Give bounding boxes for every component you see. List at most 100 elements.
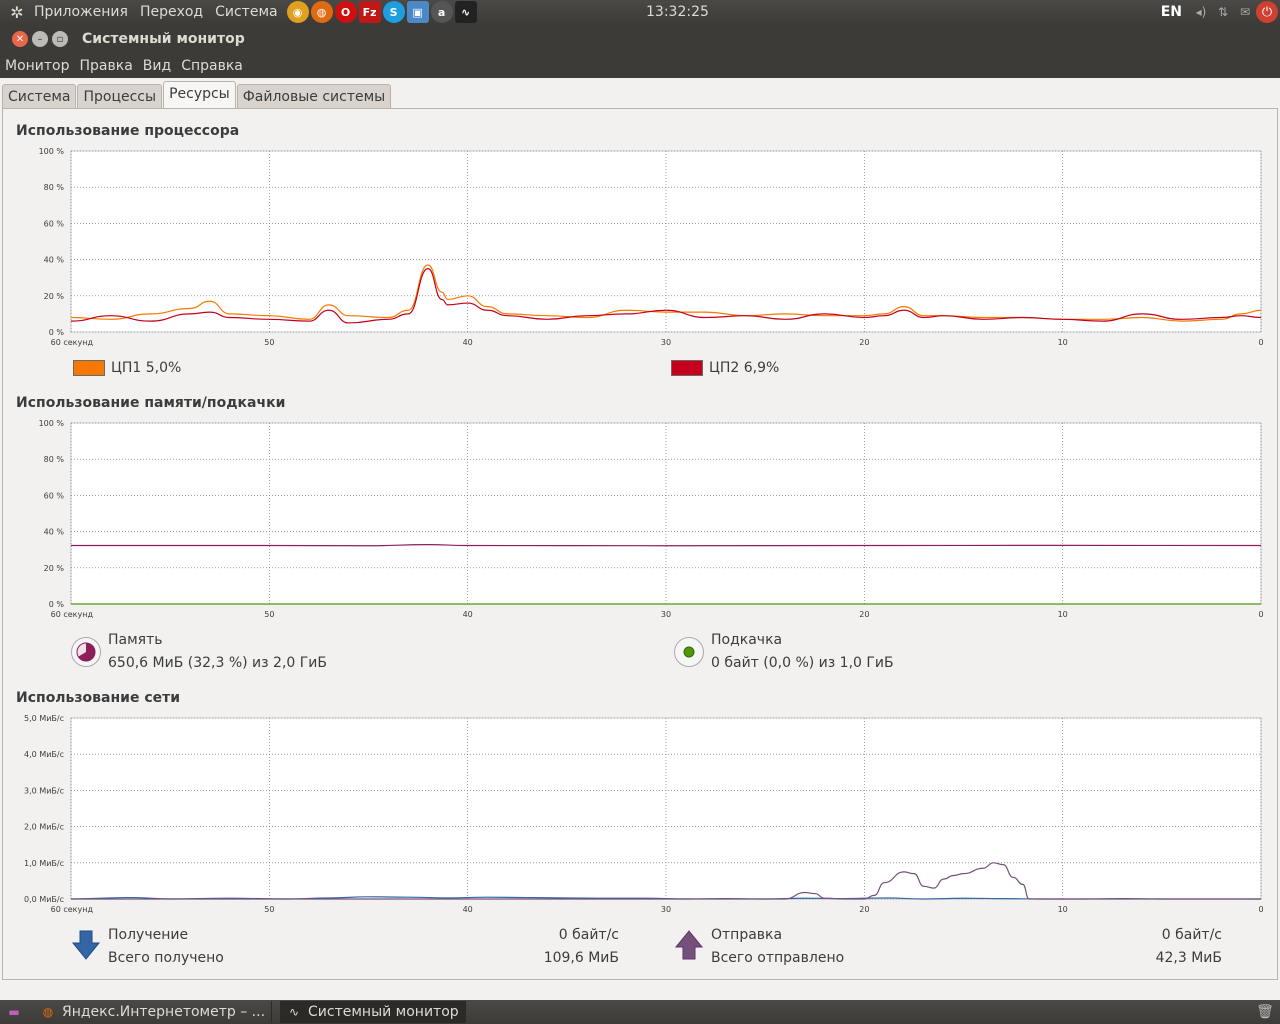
network-section-title: Использование сети xyxy=(16,690,181,706)
close-window-button[interactable]: ✕ xyxy=(12,31,28,47)
memory-label: Память xyxy=(108,632,163,648)
minimize-window-button[interactable]: – xyxy=(32,31,48,47)
cpu-section-title: Использование процессора xyxy=(16,123,240,139)
tab-processes[interactable]: Процессы xyxy=(77,84,163,108)
memory-x-tick-label: 50 xyxy=(264,610,274,619)
menu-system[interactable]: Система xyxy=(209,0,283,24)
maximize-window-button[interactable]: ▫ xyxy=(52,31,68,47)
trash-icon[interactable]: 🗑 xyxy=(1256,1002,1274,1022)
memory-x-tick-label: 60 секунд xyxy=(51,610,94,619)
clock[interactable]: 13:32:25 xyxy=(646,0,709,24)
network-y-tick-label: 3,0 МиБ/с xyxy=(24,786,64,795)
system-monitor-icon[interactable]: ∿ xyxy=(454,1,477,23)
ubuntu-logo-icon[interactable]: ✲ xyxy=(6,1,28,23)
skype-icon[interactable]: S xyxy=(382,1,405,23)
power-icon[interactable]: ⏻ xyxy=(1256,1,1278,23)
network-icon[interactable]: ⇅ xyxy=(1215,4,1231,20)
memory-section-title: Использование памяти/подкачки xyxy=(16,395,286,411)
receive-total: 109,6 МиБ xyxy=(543,950,619,966)
network-x-tick-label: 60 секунд xyxy=(51,905,94,914)
cpu-y-tick-label: 80 % xyxy=(44,183,65,192)
menu-places[interactable]: Переход xyxy=(134,0,209,24)
memory-y-tick-label: 80 % xyxy=(44,455,65,464)
memory-x-tick-label: 20 xyxy=(859,610,869,619)
network-x-tick-label: 50 xyxy=(264,905,274,914)
tab-filesystems[interactable]: Файловые системы xyxy=(236,84,392,108)
cpu1-legend-label: ЦП1 5,0% xyxy=(111,360,182,376)
tab-bar: Система Процессы Ресурсы Файловые систем… xyxy=(2,81,392,108)
cpu-x-tick-label: 40 xyxy=(463,338,473,347)
memory-y-tick-label: 20 % xyxy=(44,564,65,573)
cpu-x-tick-label: 10 xyxy=(1058,338,1068,347)
virtualbox-icon[interactable]: ▣ xyxy=(406,1,429,23)
cpu2-legend-label: ЦП2 6,9% xyxy=(709,360,780,376)
cpu1-color-swatch[interactable] xyxy=(73,360,105,376)
network-y-tick-label: 1,0 МиБ/с xyxy=(24,859,64,868)
network-x-tick-label: 10 xyxy=(1058,905,1068,914)
firefox-icon[interactable]: ◍ xyxy=(310,1,333,23)
menubar: Монитор Правка Вид Справка xyxy=(0,54,1280,78)
swap-label: Подкачка xyxy=(711,632,783,648)
send-total: 42,3 МиБ xyxy=(1155,950,1222,966)
window-title: Системный монитор xyxy=(82,31,245,47)
firefox-icon: ◍ xyxy=(42,1005,54,1019)
taskbar-item-system-monitor[interactable]: ∿ Системный монитор xyxy=(280,1001,466,1023)
receive-label: Получение xyxy=(108,927,189,943)
window-titlebar: ✕ – ▫ Системный монитор xyxy=(0,24,1280,54)
cpu-x-tick-label: 60 секунд xyxy=(51,338,94,347)
filezilla-icon[interactable]: Fz xyxy=(358,1,381,23)
volume-icon[interactable]: ◂) xyxy=(1193,4,1209,20)
send-total-label: Всего отправлено xyxy=(711,950,845,966)
taskbar-item-label: Системный монитор xyxy=(308,1004,459,1020)
menu-edit[interactable]: Правка xyxy=(75,54,138,78)
network-y-tick-label: 0,0 МиБ/с xyxy=(24,895,64,904)
memory-y-tick-label: 60 % xyxy=(44,491,65,500)
keyboard-layout-indicator[interactable]: EN xyxy=(1161,4,1182,20)
send-label: Отправка xyxy=(711,927,783,943)
menu-view[interactable]: Вид xyxy=(138,54,176,78)
send-rate: 0 байт/с xyxy=(1161,927,1222,943)
cpu-x-tick-label: 0 xyxy=(1258,338,1263,347)
cpu-y-tick-label: 100 % xyxy=(39,147,65,156)
tab-resources[interactable]: Ресурсы xyxy=(163,81,236,108)
memory-y-tick-label: 100 % xyxy=(39,419,65,428)
charts-canvas: 60 секунд 50 40 30 20 10 0100 %80 %60 %40 %20 … xyxy=(24,147,1264,914)
system-tray: EN ◂) ⇅ ✉ ⏻ xyxy=(1161,0,1280,24)
cpu2-color-swatch[interactable] xyxy=(671,360,703,376)
tab-system[interactable]: Система xyxy=(2,84,77,108)
memory-pie-icon[interactable] xyxy=(71,637,101,667)
memory-y-tick-label: 40 % xyxy=(44,528,65,537)
network-y-tick-label: 5,0 МиБ/с xyxy=(24,714,64,723)
cpu-y-tick-label: 40 % xyxy=(44,256,65,265)
menu-applications[interactable]: Приложения xyxy=(28,0,134,24)
cpu-x-tick-label: 50 xyxy=(264,338,274,347)
cpu-y-tick-label: 0 % xyxy=(49,328,65,337)
network-x-tick-label: 0 xyxy=(1258,905,1263,914)
swap-pie-icon[interactable] xyxy=(674,637,704,667)
chrome-icon[interactable]: ◉ xyxy=(286,1,309,23)
network-x-tick-label: 20 xyxy=(859,905,869,914)
chat-status-icon[interactable]: ✉ xyxy=(1237,4,1253,20)
launchers: ◉ ◍ O Fz S ▣ a ∿ xyxy=(286,1,478,23)
system-monitor-icon: ∿ xyxy=(288,1005,300,1019)
cpu-x-tick-label: 30 xyxy=(661,338,671,347)
memory-y-tick-label: 0 % xyxy=(49,600,65,609)
network-x-tick-label: 30 xyxy=(661,905,671,914)
download-arrow-icon[interactable] xyxy=(71,929,101,961)
memory-x-tick-label: 10 xyxy=(1058,610,1068,619)
resources-panel: 60 секунд 50 40 30 20 10 0 100 % 80 % 60 % 40 % 20 … xyxy=(2,108,1278,980)
upload-arrow-icon[interactable] xyxy=(674,929,704,961)
taskbar-item-firefox[interactable]: ◍ Яндекс.Интернетометр – ... xyxy=(34,1001,273,1023)
cpu-x-tick-label: 20 xyxy=(859,338,869,347)
opera-icon[interactable]: O xyxy=(334,1,357,23)
menu-monitor[interactable]: Монитор xyxy=(0,54,75,78)
network-x-tick-label: 40 xyxy=(463,905,473,914)
network-y-tick-label: 2,0 МиБ/с xyxy=(24,823,64,832)
swap-value: 0 байт (0,0 %) из 1,0 ГиБ xyxy=(711,655,894,671)
show-desktop-icon[interactable]: ▬ xyxy=(2,1002,26,1022)
receive-rate: 0 байт/с xyxy=(558,927,619,943)
taskbar-item-label: Яндекс.Интернетометр – ... xyxy=(62,1004,266,1020)
menu-help[interactable]: Справка xyxy=(176,54,248,78)
top-panel: ✲ Приложения Переход Система ◉ ◍ O Fz S ▣ a ∿ 1… xyxy=(0,0,1280,24)
at-icon[interactable]: a xyxy=(430,1,453,23)
